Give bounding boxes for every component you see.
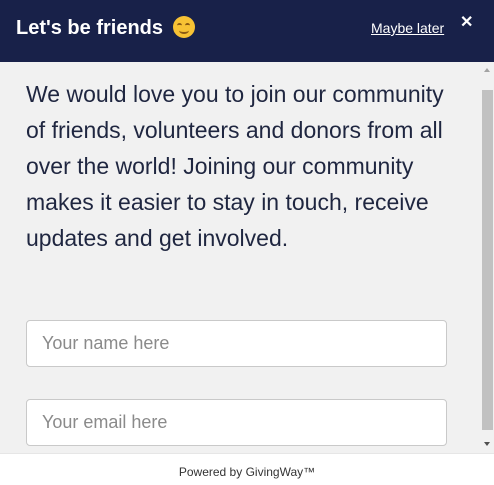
name-input[interactable] — [26, 320, 447, 367]
popup-title-text: Let's be friends — [16, 17, 164, 39]
scroll-up-arrow-icon[interactable] — [484, 68, 490, 72]
scrollbar[interactable] — [481, 62, 494, 453]
powered-by-text: Powered by GivingWay™ — [178, 465, 316, 479]
popup-header: Let's be friends Maybe later ✕ — [0, 0, 494, 62]
community-description: We would love you to join our community … — [26, 81, 444, 251]
popup-content: We would love you to join our community … — [0, 62, 481, 453]
email-input[interactable] — [26, 399, 447, 446]
close-icon[interactable]: ✕ — [460, 12, 473, 32]
smiling-face-icon — [172, 16, 195, 38]
maybe-later-link[interactable]: Maybe later — [371, 20, 444, 36]
popup-title: Let's be friends — [16, 14, 195, 42]
scrollbar-thumb[interactable] — [482, 90, 493, 430]
scroll-down-arrow-icon[interactable] — [484, 442, 490, 446]
popup-footer: Powered by GivingWay™ — [0, 453, 494, 485]
